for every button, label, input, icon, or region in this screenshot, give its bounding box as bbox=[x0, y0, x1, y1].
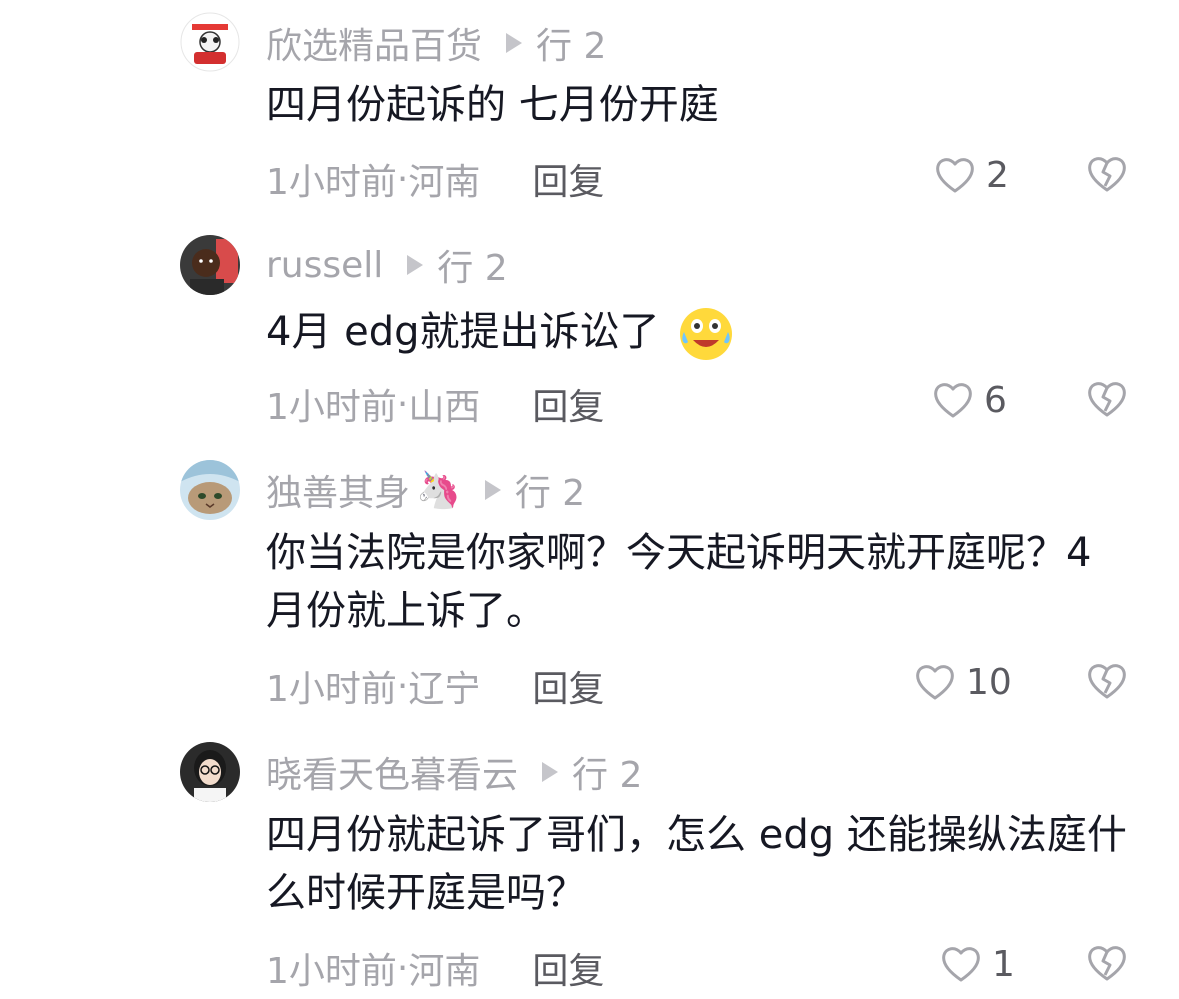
like-count: 1 bbox=[992, 943, 1015, 985]
like-count: 2 bbox=[986, 154, 1009, 196]
location: 山西 bbox=[408, 387, 481, 428]
timestamp: 1小时前 bbox=[266, 669, 397, 710]
avatar-image bbox=[180, 460, 240, 520]
username-row: russell 行 2 bbox=[266, 240, 508, 290]
dislike-button[interactable] bbox=[1086, 377, 1128, 419]
broken-heart-icon bbox=[1088, 946, 1126, 981]
username[interactable]: russell bbox=[266, 245, 383, 286]
dislike-button[interactable] bbox=[1086, 152, 1128, 194]
avatar-image bbox=[180, 235, 240, 295]
broken-heart-icon bbox=[1088, 664, 1126, 699]
dislike-button[interactable] bbox=[1086, 941, 1128, 983]
heart-icon bbox=[936, 158, 974, 193]
username-row: 独善其身 🦄 行 2 bbox=[266, 465, 585, 515]
heart-icon bbox=[916, 665, 954, 700]
like-count: 10 bbox=[966, 661, 1012, 703]
broken-heart-icon bbox=[1088, 157, 1126, 192]
reply-target[interactable]: 行 2 bbox=[536, 17, 606, 69]
like-button[interactable]: 10 bbox=[914, 659, 1012, 705]
reply-arrow-icon bbox=[542, 762, 559, 782]
comment-meta: 1小时前 · 山西 回复 bbox=[266, 378, 604, 430]
comment-text: 四月份就起诉了哥们，怎么 edg 还能操纵法庭什么时候开庭是吗？ bbox=[266, 806, 1136, 922]
timestamp: 1小时前 bbox=[266, 162, 397, 203]
comment-item: 独善其身 🦄 行 2 你当法院是你家啊？今天起诉明天就开庭呢？4月份就上诉了。 … bbox=[0, 450, 1179, 732]
reply-arrow-icon bbox=[484, 480, 501, 500]
location: 辽宁 bbox=[408, 669, 481, 710]
comment-text-content: 你当法院是你家啊？今天起诉明天就开庭呢？4月份就上诉了。 bbox=[266, 530, 1092, 634]
comment-item: 晓看天色暮看云 行 2 四月份就起诉了哥们，怎么 edg 还能操纵法庭什么时候开… bbox=[0, 732, 1179, 999]
like-button[interactable]: 1 bbox=[940, 941, 1015, 987]
reply-arrow-icon bbox=[407, 255, 424, 275]
username-row: 晓看天色暮看云 行 2 bbox=[266, 747, 642, 797]
comment-item: 欣选精品百货 行 2 四月份起诉的 七月份开庭 1小时前 · 河南 回复 2 bbox=[0, 0, 1179, 225]
meta-separator: · bbox=[396, 158, 409, 200]
meta-separator: · bbox=[396, 383, 409, 425]
avatar[interactable] bbox=[180, 12, 240, 72]
reply-button[interactable]: 回复 bbox=[532, 378, 604, 430]
comment-text-content: 四月份起诉的 七月份开庭 bbox=[266, 82, 719, 128]
broken-heart-icon bbox=[1088, 382, 1126, 417]
like-button[interactable]: 2 bbox=[934, 152, 1009, 198]
avatar-image bbox=[180, 12, 240, 72]
dislike-button[interactable] bbox=[1086, 659, 1128, 701]
like-count: 6 bbox=[984, 379, 1007, 421]
comment-text-content: 四月份就起诉了哥们，怎么 edg 还能操纵法庭什么时候开庭是吗？ bbox=[266, 812, 1127, 916]
avatar[interactable] bbox=[180, 742, 240, 802]
heart-icon bbox=[934, 383, 972, 418]
username[interactable]: 晓看天色暮看云 bbox=[266, 746, 518, 798]
unicorn-emoji: 🦄 bbox=[416, 470, 461, 511]
location: 河南 bbox=[408, 951, 481, 992]
timestamp: 1小时前 bbox=[266, 387, 397, 428]
comment-item: russell 行 2 4月 edg就提出诉讼了 1小时前 · 山西 回复 6 bbox=[0, 225, 1179, 450]
reply-target[interactable]: 行 2 bbox=[572, 746, 642, 798]
timestamp: 1小时前 bbox=[266, 951, 397, 992]
username[interactable]: 欣选精品百货 bbox=[266, 17, 482, 69]
avatar[interactable] bbox=[180, 235, 240, 295]
meta-separator: · bbox=[396, 947, 409, 989]
like-button[interactable]: 6 bbox=[932, 377, 1007, 423]
comment-text: 四月份起诉的 七月份开庭 bbox=[266, 76, 1146, 134]
heart-icon bbox=[942, 947, 980, 982]
reply-button[interactable]: 回复 bbox=[532, 153, 604, 205]
reply-button[interactable]: 回复 bbox=[532, 660, 604, 712]
username[interactable]: 独善其身 bbox=[266, 464, 410, 516]
meta-separator: · bbox=[396, 665, 409, 707]
location: 河南 bbox=[408, 162, 481, 203]
reply-target[interactable]: 行 2 bbox=[515, 464, 585, 516]
avatar[interactable] bbox=[180, 460, 240, 520]
reply-target[interactable]: 行 2 bbox=[437, 239, 507, 291]
comment-meta: 1小时前 · 河南 回复 bbox=[266, 942, 604, 994]
username-row: 欣选精品百货 行 2 bbox=[266, 18, 606, 68]
reply-button[interactable]: 回复 bbox=[532, 942, 604, 994]
avatar-image bbox=[180, 742, 240, 802]
comment-meta: 1小时前 · 辽宁 回复 bbox=[266, 660, 604, 712]
comment-meta: 1小时前 · 河南 回复 bbox=[266, 153, 604, 205]
laughing-crying-emoji-icon bbox=[680, 308, 733, 360]
comment-text: 你当法院是你家啊？今天起诉明天就开庭呢？4月份就上诉了。 bbox=[266, 524, 1096, 640]
comment-text: 4月 edg就提出诉讼了 bbox=[266, 303, 1146, 362]
comment-text-content: 4月 edg就提出诉讼了 bbox=[266, 309, 660, 355]
reply-arrow-icon bbox=[506, 33, 523, 53]
